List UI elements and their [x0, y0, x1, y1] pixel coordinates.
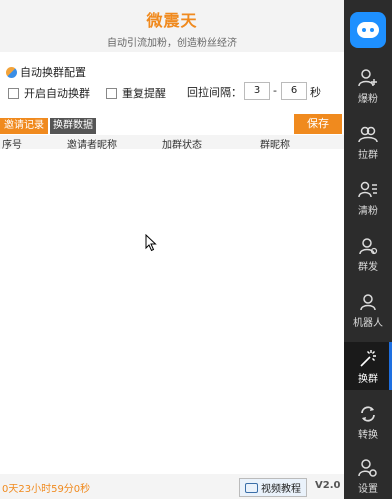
sidebar-item-label: 爆粉: [358, 94, 378, 105]
save-button[interactable]: 保存: [294, 114, 342, 134]
column-header-index: 序号: [2, 140, 22, 151]
interval-unit: 秒: [310, 86, 321, 99]
interval-dash: -: [273, 84, 277, 97]
config-section-title: 自动换群配置: [6, 64, 86, 80]
settings-icon: [358, 459, 377, 477]
auto-switch-checkbox[interactable]: 开启自动换群: [8, 85, 90, 101]
sidebar-item-clear-fans[interactable]: 清粉: [344, 174, 392, 222]
refresh-icon: [361, 406, 375, 422]
add-user-icon: [358, 69, 377, 87]
column-header-group-nickname: 群昵称: [260, 140, 290, 151]
countdown-timer: 0天23小时59分0秒: [2, 484, 91, 495]
sidebar-item-burst-fans[interactable]: 爆粉: [344, 62, 392, 110]
checkbox-box[interactable]: [8, 87, 19, 99]
version-label: V2.0: [315, 480, 341, 491]
column-header-inviter: 邀请者昵称: [67, 140, 117, 151]
video-tutorial-button[interactable]: 视频教程: [239, 478, 307, 497]
video-tutorial-label: 视频教程: [261, 484, 301, 495]
footer: 0天23小时59分0秒 视频教程 V2.0: [0, 474, 344, 499]
auto-switch-label: 开启自动换群: [24, 87, 90, 100]
sidebar-item-pull-group[interactable]: 拉群: [344, 118, 392, 166]
app-logo: [350, 12, 386, 48]
tab-invite-records[interactable]: 邀请记录: [0, 118, 48, 134]
robot-icon: [360, 294, 376, 311]
magic-wand-icon: [360, 350, 376, 367]
checkbox-box[interactable]: [106, 87, 117, 99]
sidebar-item-convert[interactable]: 转换: [344, 398, 392, 446]
repeat-remind-checkbox[interactable]: 重复提醒: [106, 85, 166, 101]
sidebar-item-label: 清粉: [358, 206, 378, 217]
sidebar-item-switch-group[interactable]: 换群: [344, 342, 392, 390]
interval-label: 回拉间隔：: [187, 86, 242, 99]
video-icon: [245, 482, 258, 493]
config-icon: [6, 66, 17, 78]
sidebar-item-broadcast[interactable]: 群发: [344, 230, 392, 278]
sidebar-item-label: 设置: [358, 484, 378, 495]
app-title: 微震天: [146, 11, 198, 30]
sidebar: 爆粉 拉群 清粉 群发 机器人 换群 转换 设置: [344, 0, 392, 499]
broadcast-icon: [359, 238, 378, 255]
logo-face-icon: [357, 22, 379, 38]
app-subtitle: 自动引流加粉，创造粉丝经济: [107, 38, 237, 49]
sidebar-item-label: 群发: [358, 262, 378, 273]
sidebar-item-label: 转换: [358, 430, 378, 441]
table-header: 序号 邀请者昵称 加群状态 群昵称: [0, 135, 344, 151]
config-title-label: 自动换群配置: [20, 66, 86, 79]
sidebar-item-label: 拉群: [358, 150, 378, 161]
header: 微震天 自动引流加粉，创造粉丝经济: [0, 0, 344, 52]
sidebar-item-settings[interactable]: 设置: [344, 452, 392, 500]
group-icon: [358, 126, 378, 143]
tab-switch-data[interactable]: 换群数据: [50, 118, 96, 134]
repeat-remind-label: 重复提醒: [122, 87, 166, 100]
mouse-cursor-icon: [145, 234, 157, 252]
column-header-status: 加群状态: [162, 140, 202, 151]
sidebar-item-robot[interactable]: 机器人: [344, 286, 392, 334]
sidebar-item-label: 机器人: [353, 318, 383, 329]
interval-max-input[interactable]: 6: [281, 82, 307, 100]
user-list-icon: [358, 181, 377, 198]
sidebar-item-label: 换群: [358, 374, 378, 385]
interval-min-input[interactable]: 3: [244, 82, 270, 100]
